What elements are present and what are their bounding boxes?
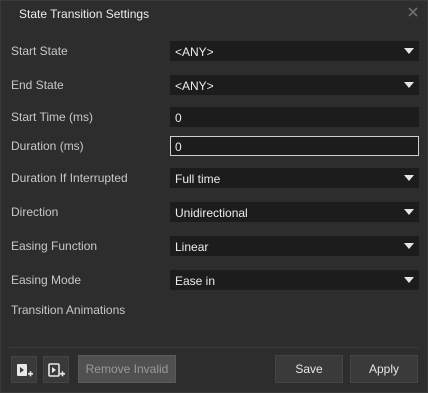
- direction-value: Unidirectional: [175, 206, 248, 220]
- add-custom-animation-button[interactable]: [43, 356, 69, 383]
- state-transition-settings-dialog: State Transition Settings Start State <A…: [0, 0, 428, 393]
- direction-label: Direction: [11, 205, 59, 219]
- start-time-value: 0: [175, 111, 182, 125]
- start-state-dropdown[interactable]: <ANY>: [170, 41, 419, 61]
- start-time-input[interactable]: 0: [170, 107, 419, 127]
- chevron-down-icon: [404, 209, 414, 215]
- add-animation-icon: [17, 364, 33, 377]
- easing-function-dropdown[interactable]: Linear: [170, 236, 419, 256]
- add-animation-button[interactable]: [11, 356, 37, 383]
- footer-divider: [9, 347, 419, 348]
- direction-dropdown[interactable]: Unidirectional: [170, 202, 419, 222]
- chevron-down-icon: [404, 82, 414, 88]
- close-glyph: [408, 7, 418, 17]
- duration-if-interrupted-row: Duration If Interrupted Full time: [1, 167, 427, 191]
- easing-function-label: Easing Function: [11, 239, 98, 253]
- end-state-row: End State <ANY>: [1, 74, 427, 98]
- end-state-dropdown[interactable]: <ANY>: [170, 75, 419, 95]
- chevron-down-icon: [404, 48, 414, 54]
- easing-function-row: Easing Function Linear: [1, 235, 427, 259]
- end-state-label: End State: [11, 78, 64, 92]
- duration-if-interrupted-label: Duration If Interrupted: [11, 171, 128, 185]
- chevron-down-icon: [404, 243, 414, 249]
- dialog-title: State Transition Settings: [19, 7, 150, 21]
- start-state-label: Start State: [11, 44, 68, 58]
- duration-if-interrupted-value: Full time: [175, 172, 221, 186]
- start-time-label: Start Time (ms): [11, 110, 94, 124]
- duration-input[interactable]: 0: [170, 136, 419, 156]
- easing-function-value: Linear: [175, 240, 209, 254]
- apply-button[interactable]: Apply: [350, 355, 418, 383]
- transition-animations-heading: Transition Animations: [11, 303, 126, 317]
- duration-if-interrupted-dropdown[interactable]: Full time: [170, 168, 419, 188]
- chevron-down-icon: [404, 277, 414, 283]
- title-bar: State Transition Settings: [1, 1, 427, 27]
- duration-label: Duration (ms): [11, 139, 84, 153]
- direction-row: Direction Unidirectional: [1, 201, 427, 225]
- start-state-row: Start State <ANY>: [1, 40, 427, 64]
- end-state-value: <ANY>: [175, 79, 214, 93]
- chevron-down-icon: [404, 175, 414, 181]
- close-icon[interactable]: [407, 7, 419, 19]
- easing-mode-label: Easing Mode: [11, 273, 82, 287]
- add-custom-animation-icon: [48, 363, 65, 377]
- easing-mode-dropdown[interactable]: Ease in: [170, 270, 419, 290]
- start-state-value: <ANY>: [175, 45, 214, 59]
- save-button[interactable]: Save: [275, 355, 343, 383]
- transition-animations-section: Transition Animations: [1, 299, 427, 323]
- duration-value: 0: [175, 140, 182, 154]
- easing-mode-value: Ease in: [175, 274, 216, 288]
- duration-row: Duration (ms) 0: [1, 135, 427, 159]
- easing-mode-row: Easing Mode Ease in: [1, 269, 427, 293]
- start-time-row: Start Time (ms) 0: [1, 106, 427, 130]
- remove-invalid-button[interactable]: Remove Invalid: [78, 355, 176, 383]
